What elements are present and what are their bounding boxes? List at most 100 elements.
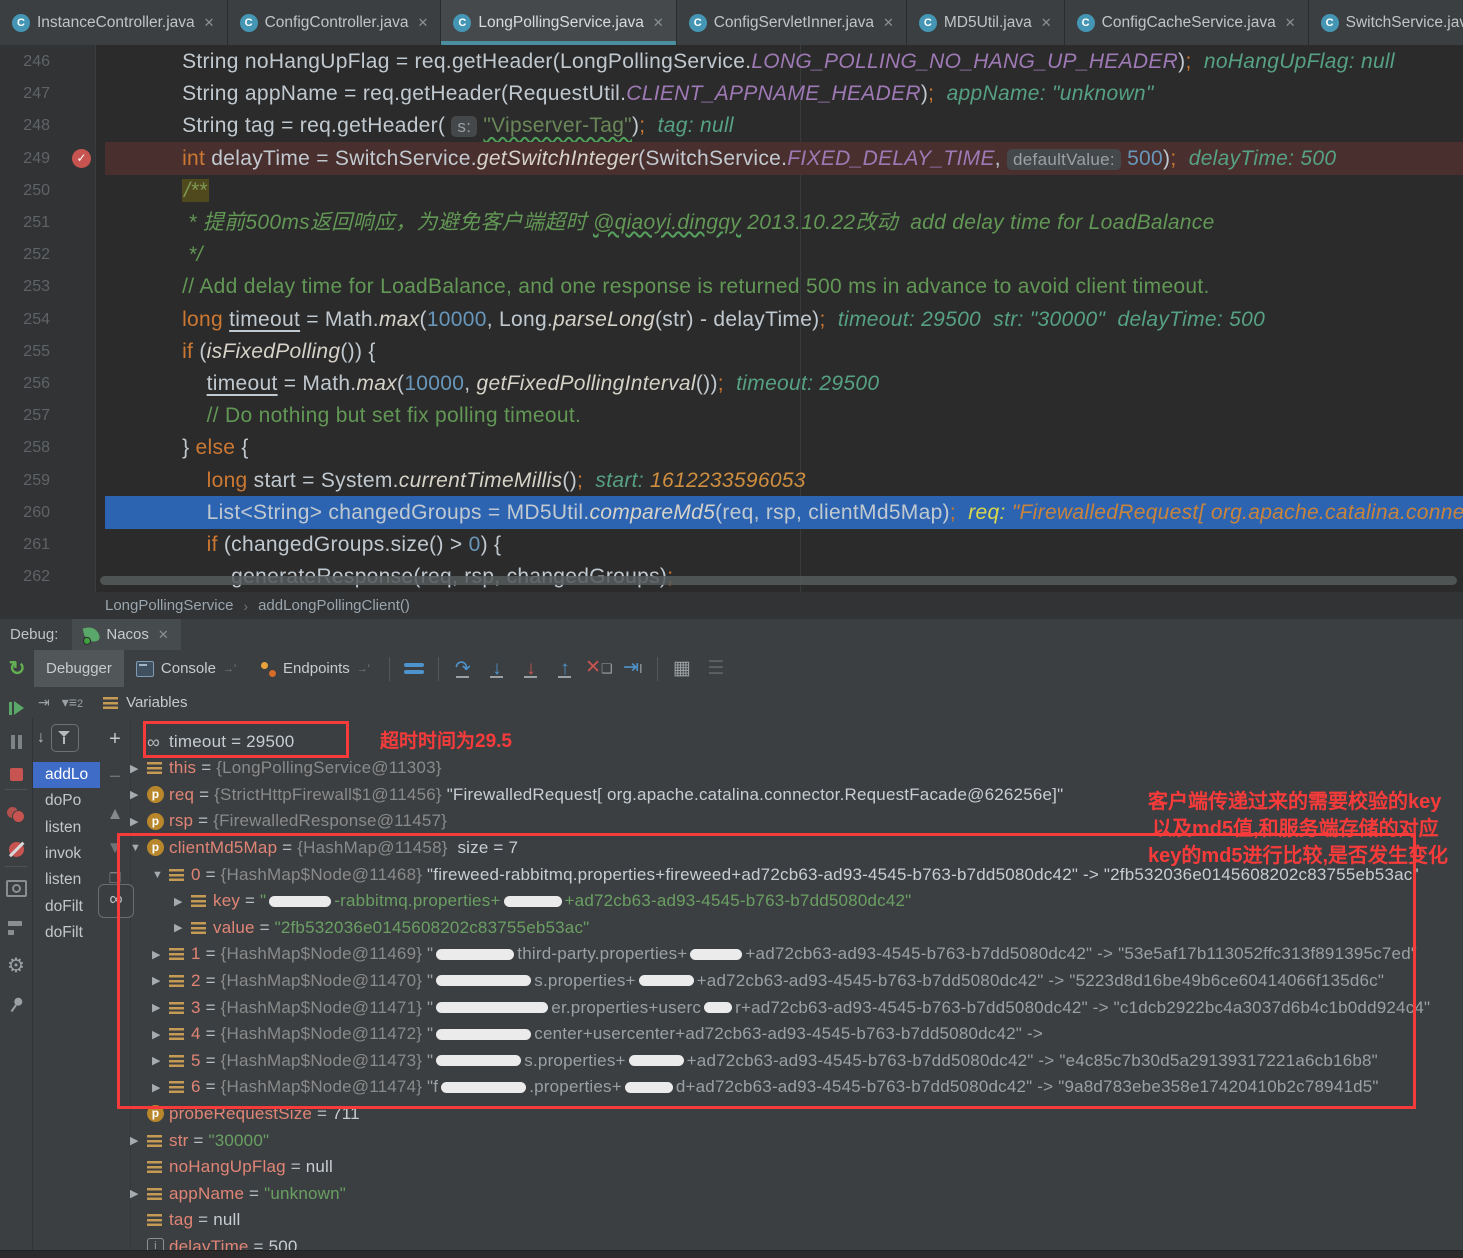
var-row-str[interactable]: ▶ str = "30000": [130, 1127, 269, 1154]
editor-tab-LongPollingService.java[interactable]: C LongPollingService.java ✕: [441, 0, 677, 45]
pause-icon[interactable]: [0, 729, 32, 755]
show-execution-point-small-icon[interactable]: ⇥: [38, 694, 50, 711]
var-row-node-0[interactable]: ▼ 0 = {HashMap$Node@11468} "fireweed-rabb…: [152, 861, 1419, 888]
close-icon[interactable]: ✕: [1285, 15, 1296, 31]
expand-arrow-icon[interactable]: ▶: [152, 1001, 169, 1014]
code-line-251[interactable]: 251 * 提前500ms返回响应，为避免客户端超时 @qiaoyi.dingq…: [0, 206, 1463, 239]
editor-tab-MD5Util.java[interactable]: C MD5Util.java ✕: [906, 0, 1065, 45]
editor-tab-InstanceController.java[interactable]: C InstanceController.java ✕: [0, 0, 228, 45]
expand-arrow-icon[interactable]: ▶: [130, 815, 147, 828]
threads-view-selector[interactable]: ▾≡2: [62, 694, 83, 711]
var-row-node-4[interactable]: ▶ 4 = {HashMap$Node@11472} " center+userce…: [152, 1021, 1043, 1048]
code-line-252[interactable]: 252 */: [0, 238, 1463, 271]
drop-frame-icon[interactable]: ✕❏: [582, 658, 616, 679]
breakpoint-icon[interactable]: ✓: [72, 148, 91, 168]
close-icon[interactable]: ✕: [158, 627, 169, 643]
step-into-icon[interactable]: ↓: [480, 659, 514, 679]
endpoints-new-tab-icon[interactable]: →': [357, 663, 370, 675]
var-row-node-0-value[interactable]: ▶ value = "2fb532036e0145608202c83755eb53…: [174, 914, 589, 941]
collapse-arrow-icon[interactable]: ▼: [152, 869, 169, 881]
expand-arrow-icon[interactable]: ▶: [130, 1187, 147, 1200]
expand-arrow-icon[interactable]: ▶: [130, 762, 147, 775]
run-to-cursor-icon[interactable]: ⇥I: [616, 658, 650, 679]
var-row-node-3[interactable]: ▶ 3 = {HashMap$Node@11471} " er.properties…: [152, 994, 1430, 1021]
remove-watch-icon[interactable]: −: [100, 766, 130, 789]
show-execution-point-icon[interactable]: [403, 663, 424, 674]
step-over-icon[interactable]: ↷: [446, 659, 480, 679]
var-row-tag[interactable]: tag = null: [130, 1207, 240, 1234]
filter-frames-icon[interactable]: [51, 724, 79, 752]
breadcrumb-method[interactable]: addLongPollingClient(): [258, 597, 410, 614]
editor-tab-SwitchService.java[interactable]: CSwitchService.java✕: [1308, 0, 1463, 45]
layout-settings-icon[interactable]: ☰: [699, 658, 733, 679]
var-row-req[interactable]: ▶ p req = {StrictHttpFirewall$1@11456} "Fi…: [130, 781, 1063, 808]
var-row-appName[interactable]: ▶ appName = "unknown": [130, 1180, 346, 1207]
code-line-250[interactable]: 250 /**: [0, 174, 1463, 207]
var-row-this[interactable]: ▶ this = {LongPollingService@11303}: [130, 755, 442, 782]
tab-endpoints[interactable]: Endpoints →': [248, 650, 382, 687]
frame-item-listen[interactable]: listen: [33, 815, 100, 841]
step-out-icon[interactable]: ↑: [548, 659, 582, 679]
var-row-rsp[interactable]: ▶ p rsp = {FirewalledResponse@11457}: [130, 808, 447, 835]
editor-tab-ConfigController.java[interactable]: C ConfigController.java ✕: [227, 0, 442, 45]
mute-breakpoints-icon[interactable]: [0, 836, 32, 862]
code-line-254[interactable]: 254 long timeout = Math.max(10000, Long.…: [0, 303, 1463, 336]
code-line-257[interactable]: 257 // Do nothing but set fix polling ti…: [0, 399, 1463, 432]
tab-console[interactable]: Console →': [124, 650, 248, 687]
evaluate-expression-icon[interactable]: ▦: [665, 658, 699, 679]
close-icon[interactable]: ✕: [883, 15, 894, 31]
expand-arrow-icon[interactable]: ▶: [174, 895, 191, 908]
var-row-node-0-key[interactable]: ▶ key = " -rabbitmq.properties+ +ad72cb63-a…: [174, 888, 911, 915]
var-row-clientMd5Map[interactable]: ▼ p clientMd5Map = {HashMap@11458} size = …: [130, 834, 518, 861]
var-row-node-5[interactable]: ▶ 5 = {HashMap$Node@11473} " s.properties+…: [152, 1047, 1378, 1074]
editor-tab-ConfigCacheService.java[interactable]: C ConfigCacheService.java ✕: [1064, 0, 1309, 45]
code-line-260[interactable]: 260 List<String> changedGroups = MD5Util…: [0, 495, 1463, 529]
view-breakpoints-icon[interactable]: [0, 802, 32, 828]
breadcrumb-class[interactable]: LongPollingService: [105, 597, 233, 614]
var-row-node-2[interactable]: ▶ 2 = {HashMap$Node@11470} " s.properties+…: [152, 967, 1384, 994]
code-line-256[interactable]: 256 timeout = Math.max(10000, getFixedPo…: [0, 367, 1463, 400]
expand-arrow-icon[interactable]: ▶: [152, 974, 169, 987]
var-row-noHangUpFlag[interactable]: noHangUpFlag = null: [130, 1154, 333, 1181]
frame-item-doPo[interactable]: doPo: [33, 788, 100, 814]
frame-item-listen[interactable]: listen: [33, 867, 100, 893]
code-line-258[interactable]: 258 } else {: [0, 431, 1463, 464]
restore-layout-icon[interactable]: [0, 915, 32, 941]
frame-item-doFilt[interactable]: doFilt: [33, 894, 100, 920]
expand-arrow-icon[interactable]: ▶: [152, 1028, 169, 1041]
code-line-249[interactable]: 249 ✓ int delayTime = SwitchService.getSw…: [0, 141, 1463, 175]
hide-frames-icon[interactable]: ↓: [37, 729, 45, 747]
expand-arrow-icon[interactable]: ▶: [130, 1134, 147, 1147]
debug-session-tab[interactable]: Nacos ✕: [72, 619, 181, 650]
move-watch-up-icon[interactable]: ▲: [100, 804, 130, 824]
var-row-probeRequestSize[interactable]: p probeRequestSize = 711: [130, 1100, 360, 1127]
code-line-255[interactable]: 255 if (isFixedPolling()) {: [0, 335, 1463, 368]
var-row-node-1[interactable]: ▶ 1 = {HashMap$Node@11469} " third-party.p…: [152, 941, 1417, 968]
thread-dump-camera-icon[interactable]: [0, 875, 32, 901]
code-line-246[interactable]: 246 String noHangUpFlag = req.getHeader(…: [0, 45, 1463, 78]
close-icon[interactable]: ✕: [417, 15, 428, 31]
close-icon[interactable]: ✕: [653, 15, 664, 31]
horizontal-scrollbar[interactable]: [100, 576, 1457, 585]
add-watch-icon[interactable]: +: [100, 728, 130, 751]
editor-tab-ConfigServletInner.java[interactable]: C ConfigServletInner.java ✕: [676, 0, 907, 45]
code-line-261[interactable]: 261 if (changedGroups.size() > 0) {: [0, 528, 1463, 561]
var-row-node-6[interactable]: ▶ 6 = {HashMap$Node@11474} "f .properties+…: [152, 1074, 1379, 1101]
collapse-arrow-icon[interactable]: ▼: [130, 842, 147, 854]
console-new-tab-icon[interactable]: →': [223, 663, 236, 675]
show-watches-icon[interactable]: ∞: [98, 884, 134, 918]
frame-item-doFilt[interactable]: doFilt: [33, 920, 100, 946]
frame-item-addLo[interactable]: addLo: [33, 762, 100, 788]
resume-icon[interactable]: [0, 695, 32, 721]
force-step-into-icon[interactable]: ↓: [514, 659, 548, 679]
frame-item-invok[interactable]: invok: [33, 841, 100, 867]
settings-gear-icon[interactable]: ⚙: [0, 952, 32, 978]
stop-icon[interactable]: [0, 761, 32, 787]
code-line-248[interactable]: 248 String tag = req.getHeader( s: "Vips…: [0, 109, 1463, 142]
close-icon[interactable]: ✕: [204, 15, 215, 31]
expand-arrow-icon[interactable]: ▶: [152, 1081, 169, 1094]
move-watch-down-icon[interactable]: ▼: [100, 838, 130, 858]
expand-arrow-icon[interactable]: ▶: [152, 1054, 169, 1067]
editor[interactable]: 246 String noHangUpFlag = req.getHeader(…: [0, 45, 1463, 592]
var-row-watch-timeout[interactable]: ∞ timeout = 29500: [130, 728, 294, 755]
